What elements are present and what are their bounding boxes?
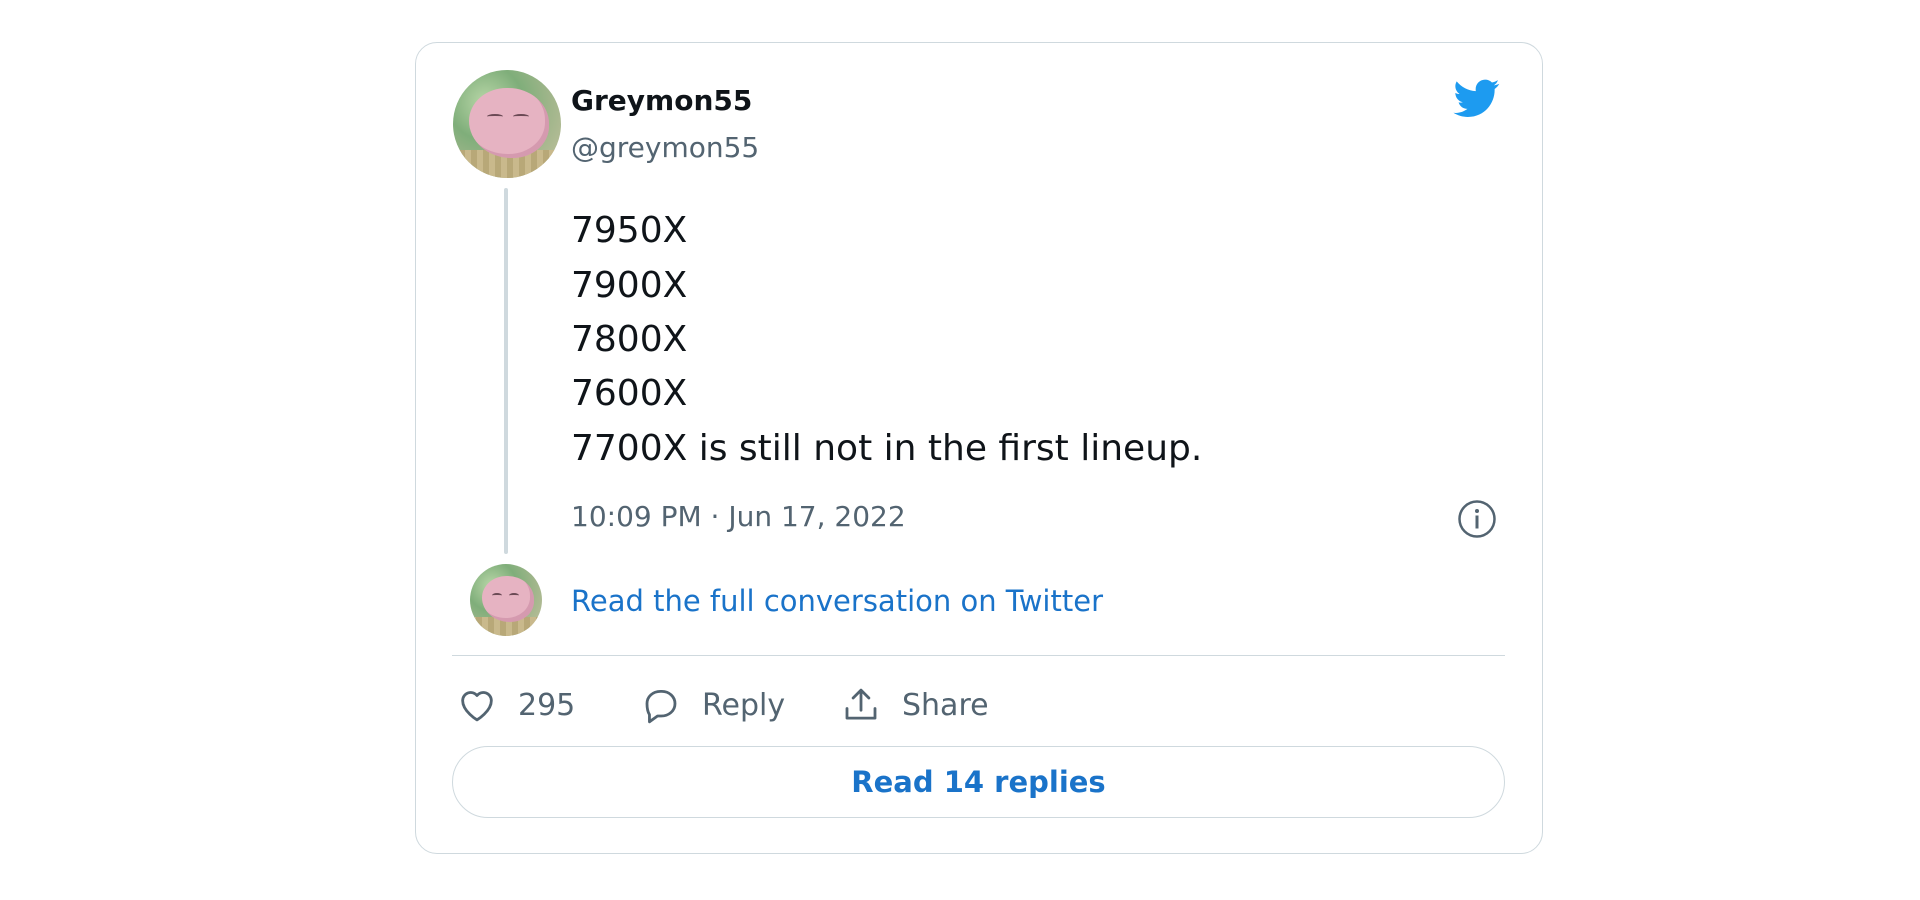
divider (452, 655, 1505, 656)
reply-icon (645, 689, 677, 724)
share-button[interactable]: Share (840, 682, 989, 728)
tweet-text-line: 7800X (571, 319, 688, 360)
user-handle[interactable]: @greymon55 (571, 131, 759, 164)
reply-button[interactable]: Reply (640, 682, 785, 728)
share-icon (845, 688, 877, 720)
like-count: 295 (518, 687, 576, 723)
twitter-bird-icon[interactable] (1450, 75, 1504, 121)
heart-icon (461, 691, 493, 722)
read-replies-button[interactable]: Read 14 replies (452, 746, 1505, 818)
avatar[interactable] (453, 70, 561, 178)
share-label: Share (902, 687, 989, 723)
read-conversation-link[interactable]: Read the full conversation on Twitter (571, 584, 1103, 618)
thread-connector-line (504, 188, 508, 554)
tweet-timestamp[interactable]: 10:09 PM · Jun 17, 2022 (571, 500, 906, 533)
tweet-text-line: 7600X (571, 373, 688, 414)
conversation-avatar[interactable] (470, 564, 542, 636)
read-replies-label: Read 14 replies (851, 765, 1106, 799)
info-icon[interactable] (1457, 499, 1497, 539)
reply-label: Reply (702, 687, 786, 723)
tweet-text-line: 7700X is still not in the first lineup. (571, 428, 1203, 469)
tweet-text-line: 7950X (571, 210, 688, 251)
tweet-text-line: 7900X (571, 265, 688, 306)
like-button[interactable]: 295 (456, 682, 575, 728)
display-name[interactable]: Greymon55 (571, 84, 752, 117)
